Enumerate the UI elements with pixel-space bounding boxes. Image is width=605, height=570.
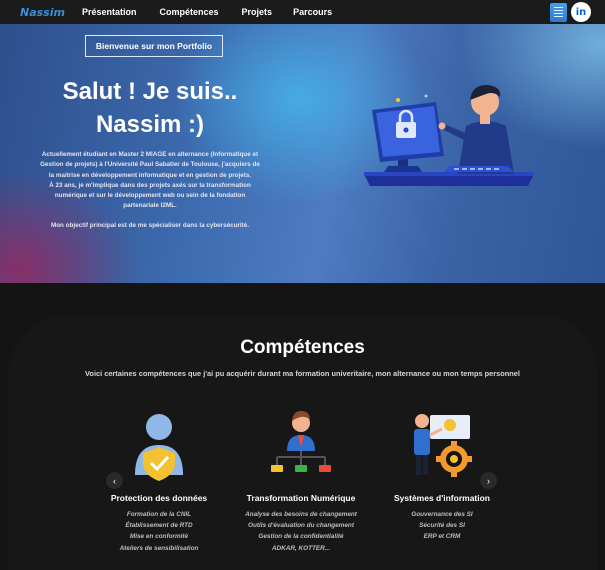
developer-illustration: [364, 84, 534, 186]
gear-presenter-icon: [414, 414, 472, 477]
skill-card-title: Protection des données: [110, 493, 208, 503]
skill-item: Outils d'évaluation du changement: [248, 522, 354, 530]
skill-card-transformation[interactable]: Transformation Numérique Analyse des bes…: [226, 411, 376, 554]
skill-list: Analyse des besoins de changement Outils…: [226, 509, 376, 554]
competences-subtitle: Voici certaines compétences que j'ai pu …: [85, 369, 520, 378]
welcome-badge: Bienvenue sur mon Portfolio: [85, 35, 223, 57]
skill-item: Sécurité des SI: [419, 522, 465, 530]
cv-document-icon[interactable]: [550, 2, 567, 22]
skill-item: Gouvernance des SI: [411, 511, 473, 518]
org-chart-icon: [271, 411, 331, 472]
hero-goal: Mon objectif principal est de me spécial…: [50, 222, 250, 229]
skill-item: ERP et CRM: [423, 533, 461, 541]
skill-item: ADKAR, KOTTER...: [271, 544, 331, 552]
skill-item: Établissement de RTD: [125, 522, 193, 530]
nav-link-parcours[interactable]: Parcours: [293, 7, 332, 17]
nav-link-projets[interactable]: Projets: [242, 7, 273, 17]
skill-card-systemes[interactable]: Systèmes d'information Gouvernance des S…: [367, 411, 517, 543]
hero-description: Actuellement étudiant en Master 2 MIAGE …: [7, 150, 293, 212]
nav-link-competences[interactable]: Compétences: [160, 7, 219, 17]
skill-list: Gouvernance des SI Sécurité des SI ERP e…: [367, 509, 517, 543]
nav-icons: in: [550, 2, 591, 22]
nav-link-presentation[interactable]: Présentation: [82, 7, 137, 17]
skill-item: Mise en conformité: [129, 533, 189, 541]
skill-item: Ateliers de sensibilisation: [119, 544, 199, 552]
linkedin-label: in: [575, 6, 587, 18]
skill-item: Gestion de la confidentialité: [258, 533, 344, 541]
skill-card-title: Systèmes d'information: [393, 493, 490, 503]
hero-desc-line: Actuellement étudiant en Master 2 MIAGE …: [41, 151, 259, 158]
competences-section: Compétences Voici certaines compétences …: [0, 283, 605, 570]
competences-title: Compétences: [240, 337, 365, 358]
skill-card-protection[interactable]: Protection des données Formation de la C…: [84, 411, 234, 554]
hero-desc-line: Gestion de projets) à l'Université Paul …: [40, 161, 260, 169]
hero-title: Salut ! Je suis.. Nassim :): [30, 75, 270, 141]
linkedin-icon[interactable]: in: [571, 2, 591, 22]
hero-desc-line: À 23 ans, je m'implique dans des projets…: [49, 181, 251, 189]
shield-user-icon: [135, 414, 183, 481]
hero-desc-line: numérique et sur le développement web ou…: [54, 192, 246, 200]
hero-section: Bienvenue sur mon Portfolio Salut ! Je s…: [0, 24, 605, 283]
hero-title-line1: Salut ! Je suis..: [62, 78, 238, 105]
skill-list: Formation de la CNIL Établissement de RT…: [84, 509, 234, 554]
skill-item: Formation de la CNIL: [126, 511, 192, 518]
nav-links: Présentation Compétences Projets Parcour…: [82, 7, 332, 17]
hero-title-line2: Nassim :): [95, 111, 205, 138]
hero-desc-line: partenariale I2ML.: [123, 202, 177, 210]
brand-logo[interactable]: Nassim: [20, 6, 82, 19]
navbar: Nassim Présentation Compétences Projets …: [0, 0, 605, 24]
skill-card-title: Transformation Numérique: [246, 493, 356, 503]
skill-item: Analyse des besoins de changement: [245, 511, 357, 518]
hero-desc-line: la maitrise en développement informatiqu…: [48, 171, 252, 179]
